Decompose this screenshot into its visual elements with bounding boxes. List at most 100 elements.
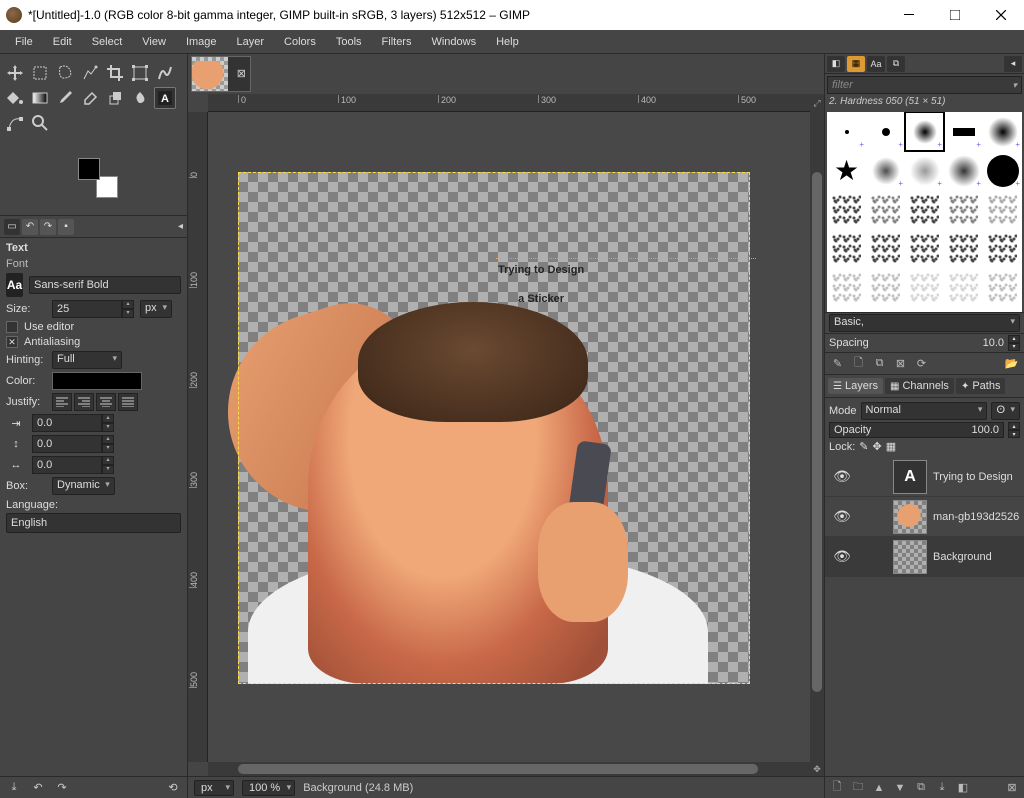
maximize-button[interactable]	[932, 0, 978, 30]
clone-tool[interactable]	[104, 87, 126, 109]
hinting-select[interactable]: Full	[52, 351, 122, 369]
mode-select[interactable]: Normal	[861, 402, 988, 420]
delete-brush-icon[interactable]: ⊠	[893, 356, 908, 371]
size-input[interactable]	[52, 300, 122, 318]
warp-tool[interactable]	[154, 62, 176, 84]
language-value[interactable]: English	[6, 513, 181, 533]
size-unit[interactable]: px	[140, 300, 172, 318]
raise-layer-icon[interactable]: ▲	[871, 780, 887, 796]
brush-filter-input[interactable]: filter ▾	[827, 76, 1022, 94]
opacity-up[interactable]: ▴	[1008, 422, 1020, 430]
delete-layer-icon[interactable]: ⊠	[1004, 780, 1020, 796]
brush-item[interactable]	[866, 190, 905, 229]
tab-paths[interactable]: ✦Paths	[956, 378, 1006, 394]
lock-position-icon[interactable]: ✥	[873, 440, 882, 453]
close-button[interactable]	[978, 0, 1024, 30]
brush-item[interactable]	[827, 229, 866, 268]
brush-item[interactable]: +	[983, 151, 1022, 190]
brush-item[interactable]	[905, 268, 944, 307]
letter-down[interactable]: ▾	[102, 465, 114, 474]
free-select-tool[interactable]	[54, 62, 76, 84]
lower-layer-icon[interactable]: ▼	[892, 780, 908, 796]
new-brush-icon[interactable]: 🗋	[851, 356, 866, 371]
brush-item[interactable]	[944, 268, 983, 307]
canvas-text-content[interactable]: Trying to Design a Sticker	[498, 252, 584, 309]
history-tab[interactable]: ⧉	[887, 56, 905, 72]
text-tool[interactable]: A	[154, 87, 176, 109]
brush-item[interactable]	[866, 229, 905, 268]
justify-fill[interactable]	[118, 393, 138, 411]
images-tab[interactable]: ▪	[58, 219, 74, 235]
undo-tab[interactable]: ↷	[40, 219, 56, 235]
status-zoom-select[interactable]: 100 %	[242, 780, 295, 796]
brush-item[interactable]	[905, 229, 944, 268]
indent-input[interactable]	[32, 414, 102, 432]
devices-tab[interactable]: ↶	[22, 219, 38, 235]
brush-item[interactable]: +	[905, 112, 944, 151]
tooloptions-tab[interactable]: ▭	[4, 219, 20, 235]
edit-brush-icon[interactable]: ✎	[830, 356, 845, 371]
brush-item[interactable]: +	[944, 112, 983, 151]
brush-item[interactable]	[983, 229, 1022, 268]
font-input[interactable]	[29, 276, 181, 294]
gradient-tool[interactable]	[29, 87, 51, 109]
menu-colors[interactable]: Colors	[275, 33, 325, 51]
use-editor-checkbox[interactable]	[6, 321, 18, 333]
brush-item[interactable]: +	[983, 112, 1022, 151]
refresh-brush-icon[interactable]: ⟳	[914, 356, 929, 371]
font-icon[interactable]: Aa	[6, 273, 23, 297]
brush-item[interactable]	[827, 190, 866, 229]
vscroll-thumb[interactable]	[812, 172, 822, 692]
ruler-horizontal[interactable]: 0 100 200 300 400 500	[208, 94, 810, 112]
document-tab[interactable]: ⊠	[191, 56, 251, 92]
tab-layers[interactable]: ☰Layers	[828, 378, 883, 394]
menu-tools[interactable]: Tools	[327, 33, 371, 51]
layer-name[interactable]: Trying to Design	[933, 471, 1024, 483]
text-color-button[interactable]	[52, 372, 142, 390]
layer-name[interactable]: man-gb193d2526	[933, 511, 1024, 523]
menu-view[interactable]: View	[133, 33, 175, 51]
brush-item[interactable]: ★	[827, 151, 866, 190]
duplicate-layer-icon[interactable]: ⧉	[913, 780, 929, 796]
size-down[interactable]: ▾	[122, 309, 134, 318]
mode-switch[interactable]: ʘ	[991, 402, 1020, 420]
line-down[interactable]: ▾	[102, 444, 114, 453]
fg-color[interactable]	[78, 158, 100, 180]
letter-up[interactable]: ▴	[102, 456, 114, 465]
brush-item[interactable]: +	[944, 151, 983, 190]
menu-help[interactable]: Help	[487, 33, 528, 51]
size-up[interactable]: ▴	[122, 300, 134, 309]
duplicate-brush-icon[interactable]: ⧉	[872, 356, 887, 371]
visibility-toggle[interactable]: 👁	[825, 468, 859, 485]
menu-image[interactable]: Image	[177, 33, 226, 51]
status-unit-select[interactable]: px	[194, 780, 234, 796]
indent-up[interactable]: ▴	[102, 414, 114, 423]
patterns-tab[interactable]: ▦	[847, 56, 865, 72]
brush-item[interactable]	[827, 268, 866, 307]
layer-row[interactable]: 👁 A Trying to Design	[825, 457, 1024, 497]
ruler-vertical[interactable]: 0 100 200 300 400 500	[188, 112, 208, 762]
brush-item[interactable]: +	[905, 151, 944, 190]
brush-item[interactable]: +	[827, 112, 866, 151]
new-layer-icon[interactable]: 🗋	[829, 780, 845, 796]
crop-tool[interactable]	[104, 62, 126, 84]
paths-tool[interactable]	[4, 112, 26, 134]
layer-name[interactable]: Background	[933, 551, 1024, 563]
justify-center[interactable]	[96, 393, 116, 411]
line-up[interactable]: ▴	[102, 435, 114, 444]
visibility-toggle[interactable]: 👁	[825, 548, 859, 565]
mask-icon[interactable]: ◧	[955, 780, 971, 796]
justify-left[interactable]	[52, 393, 72, 411]
move-tool[interactable]	[4, 62, 26, 84]
menu-edit[interactable]: Edit	[44, 33, 81, 51]
box-select[interactable]: Dynamic	[52, 477, 115, 495]
brush-item[interactable]	[866, 268, 905, 307]
rect-select-tool[interactable]	[29, 62, 51, 84]
eraser-tool[interactable]	[79, 87, 101, 109]
delete-preset-icon[interactable]: ↷	[54, 780, 70, 796]
canvas[interactable]: Trying to Design a Sticker	[238, 172, 750, 684]
vertical-scrollbar[interactable]	[810, 112, 824, 762]
opacity-down[interactable]: ▾	[1008, 430, 1020, 438]
bucket-fill-tool[interactable]	[4, 87, 26, 109]
canvas-viewport[interactable]: Trying to Design a Sticker	[208, 112, 810, 762]
